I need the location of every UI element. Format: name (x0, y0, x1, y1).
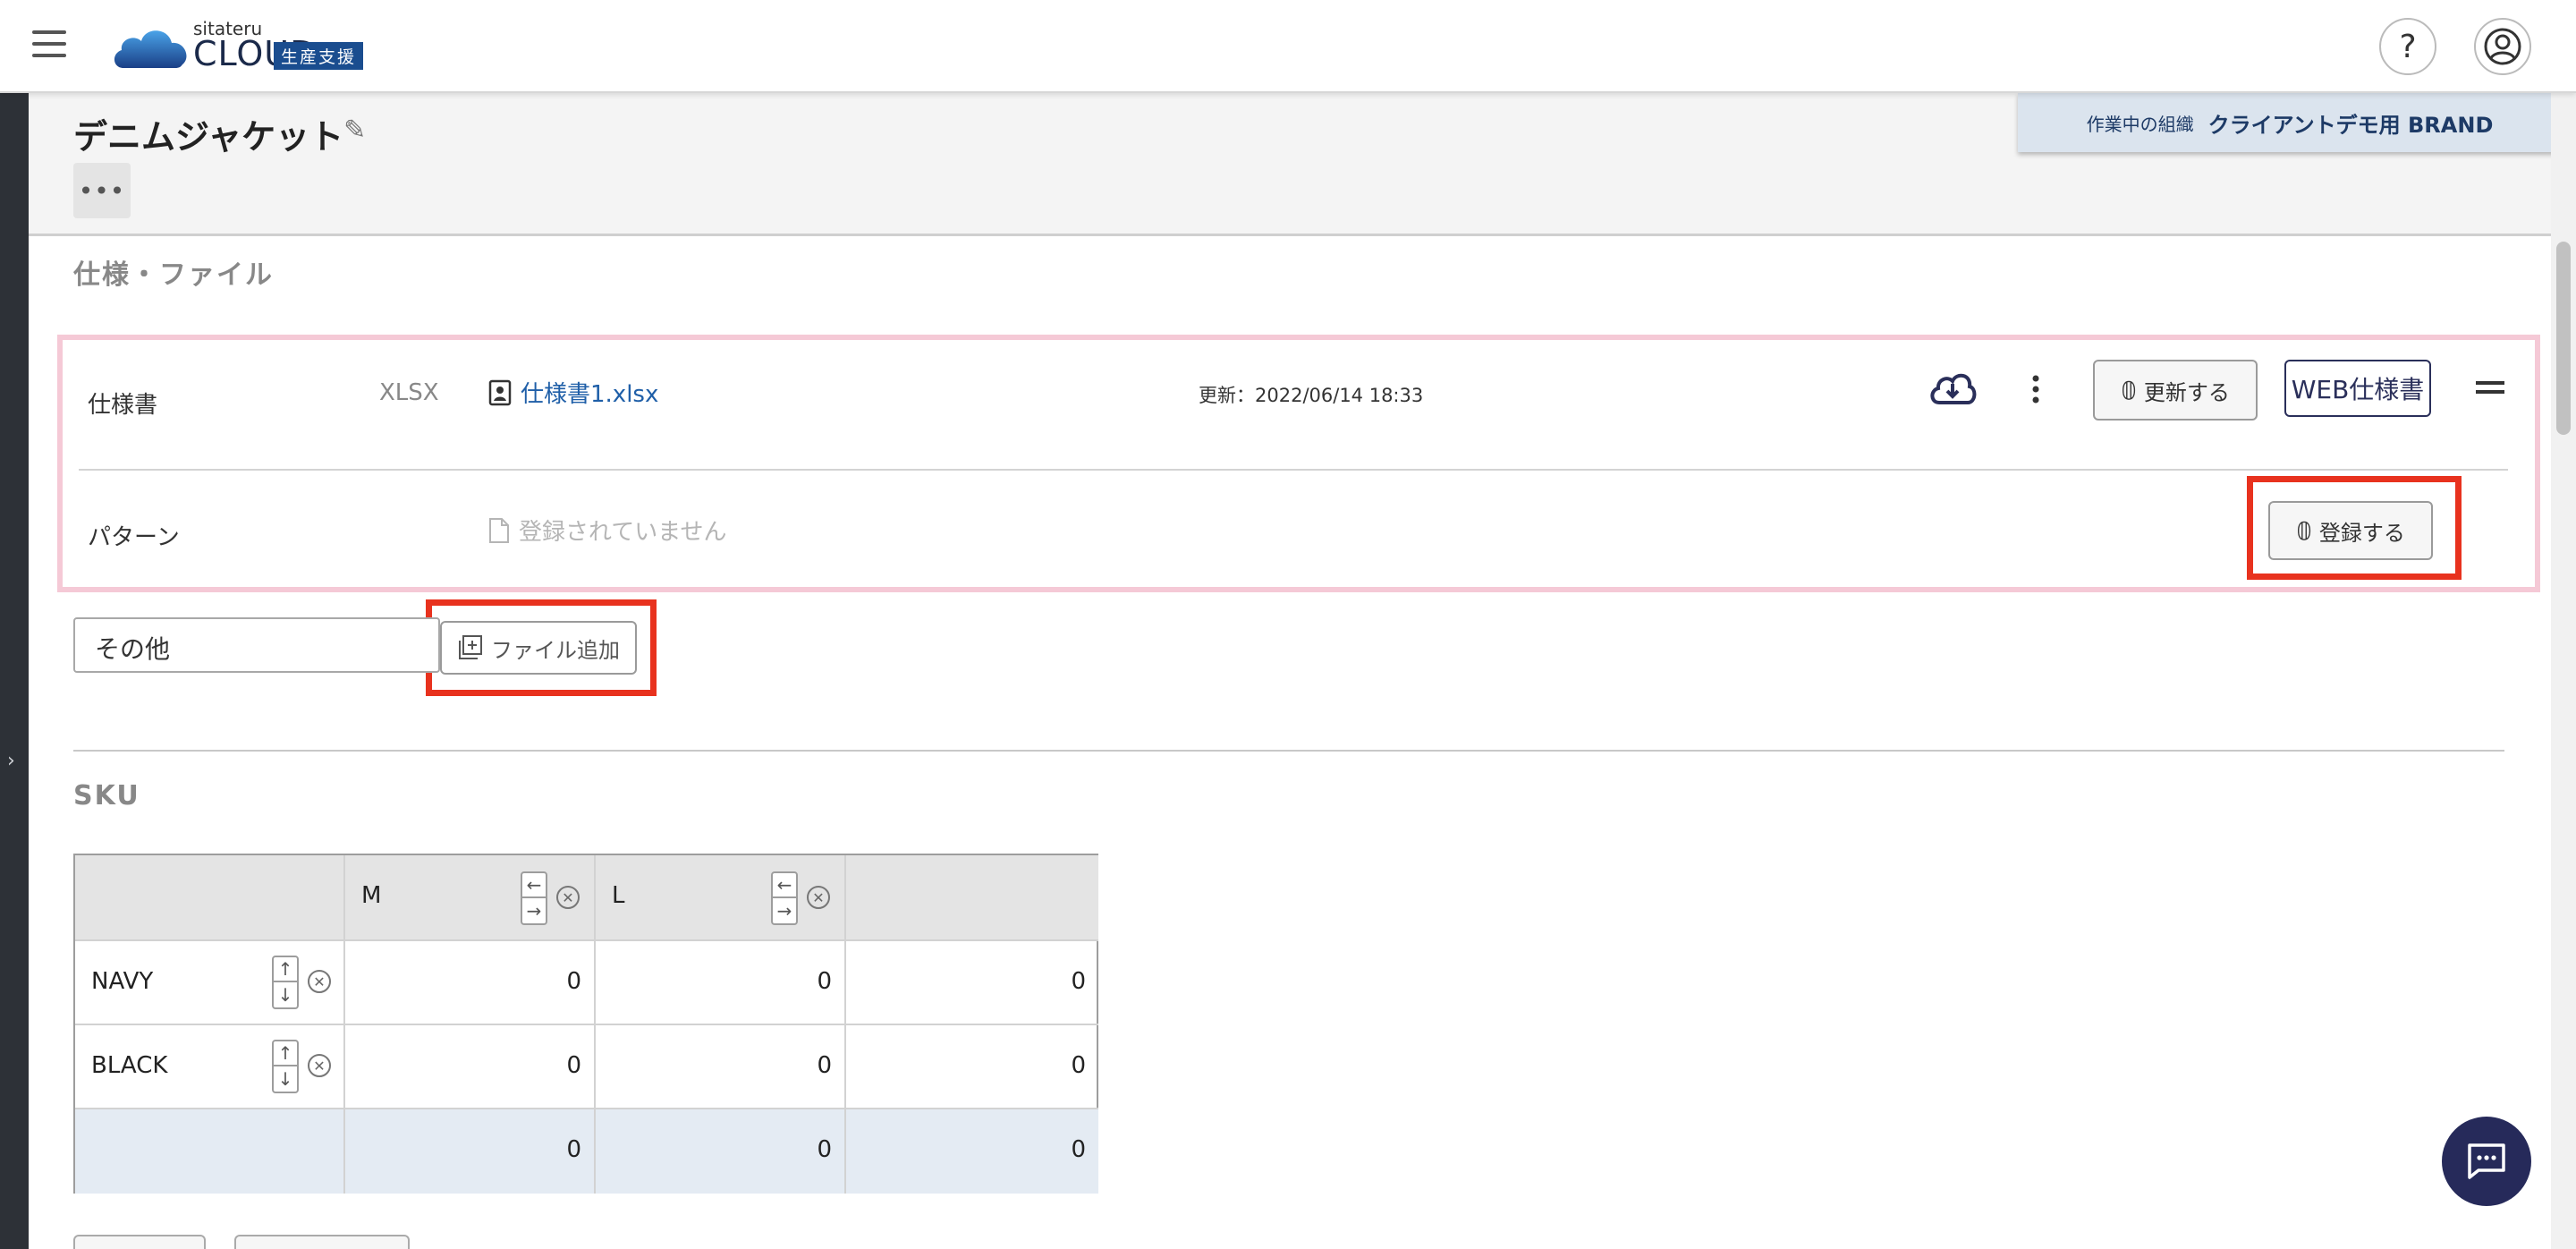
spec-file-list: 仕様書 XLSX 仕様書1.xlsx 更新：2022/06/14 18:33 𝟘… (57, 335, 2540, 592)
arrow-up-icon[interactable]: ↑ (274, 957, 297, 982)
org-label: 作業中の組織 (2086, 113, 2194, 135)
section-divider (73, 750, 2504, 752)
table-cell[interactable]: 0 (596, 1025, 846, 1109)
cell-value: 0 (566, 1052, 581, 1079)
cloud-logo-icon (114, 30, 187, 68)
chat-icon (2468, 1143, 2505, 1179)
page-title: デニムジャケット (73, 117, 344, 157)
top-header: sitateru CLOUD 生産支援 ? (0, 0, 2576, 93)
total-value: 0 (566, 1136, 581, 1163)
file-empty-icon (489, 517, 509, 543)
table-cell[interactable]: 0 (345, 941, 596, 1025)
account-icon (2484, 28, 2521, 65)
arrow-right-icon[interactable]: → (773, 898, 796, 923)
arrow-up-icon[interactable]: ↑ (274, 1041, 297, 1066)
column-header-label: L (612, 882, 625, 909)
more-actions-button[interactable]: ••• (73, 163, 131, 218)
cell-value: 0 (566, 968, 581, 995)
add-file-button[interactable]: ファイル追加 (440, 621, 637, 675)
spec-section-title: 仕様・ファイル (73, 259, 274, 291)
total-cell: 0 (345, 1109, 596, 1194)
row-move-control[interactable]: ↑ ↓ (272, 956, 299, 1009)
cell-value: 0 (1071, 968, 1086, 995)
table-row-header: BLACK ↑ ↓ ✕ (75, 1025, 345, 1109)
remove-icon[interactable]: ✕ (556, 886, 580, 909)
pattern-empty-state: 登録されていません (488, 514, 726, 547)
total-value: 0 (817, 1136, 832, 1163)
remove-icon[interactable]: ✕ (308, 1054, 331, 1077)
cell-value: 0 (1071, 1052, 1086, 1079)
sidebar-collapsed[interactable]: › (0, 93, 29, 1249)
row-label: BLACK (91, 1052, 168, 1079)
edit-icon[interactable]: ✎ (343, 115, 366, 146)
expand-sidebar-icon[interactable]: › (7, 750, 15, 772)
current-organization[interactable]: 作業中の組織 クライアントデモ用 BRAND (2018, 93, 2562, 152)
pattern-row-label: パターン (88, 524, 180, 551)
cell-value: 0 (817, 1052, 832, 1079)
page-title-area: デニムジャケット ✎ ••• 作業中の組織 クライアントデモ用 BRAND (29, 93, 2562, 236)
spec-row-label: 仕様書 (88, 392, 158, 419)
sku-table: M ← → ✕ L ← → ✕ NAVY ↑ ↓ ✕ 0 0 0 BLACK ↑… (73, 854, 1098, 1194)
totals-row-header (75, 1109, 345, 1194)
total-cell: 0 (596, 1109, 846, 1194)
column-move-control[interactable]: ← → (521, 871, 547, 925)
column-move-control[interactable]: ← → (771, 871, 798, 925)
total-value: 0 (1071, 1136, 1086, 1163)
drag-handle-icon[interactable] (2476, 381, 2504, 399)
table-cell-total: 0 (846, 941, 1098, 1025)
kebab-icon[interactable] (2030, 374, 2041, 404)
column-header-total (846, 855, 1098, 941)
table-row-header: NAVY ↑ ↓ ✕ (75, 941, 345, 1025)
updated-timestamp: 更新：2022/06/14 18:33 (1199, 385, 1424, 406)
empty-text: 登録されていません (519, 519, 727, 546)
add-file-label: ファイル追加 (491, 637, 620, 663)
row-move-control[interactable]: ↑ ↓ (272, 1040, 299, 1093)
total-cell: 0 (846, 1109, 1098, 1194)
file-type: XLSX (379, 379, 439, 406)
row-divider (79, 469, 2508, 471)
remove-icon[interactable]: ✕ (308, 970, 331, 993)
table-cell[interactable]: 0 (345, 1025, 596, 1109)
remove-icon[interactable]: ✕ (807, 886, 830, 909)
org-name: クライアントデモ用 BRAND (2207, 112, 2494, 138)
chat-button[interactable] (2442, 1117, 2531, 1206)
arrow-down-icon[interactable]: ↓ (274, 982, 297, 1007)
web-spec-button[interactable]: WEB仕様書 (2284, 360, 2431, 417)
paperclip-icon: 𝟘 (2121, 375, 2137, 405)
bottom-action-button[interactable] (234, 1235, 410, 1249)
arrow-right-icon[interactable]: → (522, 898, 546, 923)
highlight-register (2247, 476, 2462, 580)
column-header: L ← → ✕ (596, 855, 846, 941)
arrow-left-icon[interactable]: ← (773, 873, 796, 898)
spec-file-name: 仕様書1.xlsx (521, 381, 659, 408)
other-category-input[interactable]: その他 (73, 617, 440, 673)
logo-badge: 生産支援 (274, 42, 364, 70)
update-button-label: 更新する (2143, 379, 2230, 405)
file-person-icon (488, 379, 512, 405)
arrow-down-icon[interactable]: ↓ (274, 1066, 297, 1092)
cloud-download-icon[interactable] (1928, 369, 1977, 408)
menu-icon[interactable] (32, 30, 66, 57)
row-label: NAVY (91, 968, 154, 995)
table-cell[interactable]: 0 (596, 941, 846, 1025)
cell-value: 0 (817, 968, 832, 995)
sku-section-title: SKU (73, 780, 140, 811)
app-logo[interactable]: sitateru CLOUD 生産支援 (111, 18, 415, 77)
help-icon: ? (2399, 28, 2417, 65)
table-cell-total: 0 (846, 1025, 1098, 1109)
scrollbar-thumb[interactable] (2556, 242, 2571, 435)
add-file-icon (459, 635, 482, 659)
update-file-button[interactable]: 𝟘 更新する (2093, 360, 2258, 421)
column-header-label: M (361, 882, 382, 909)
arrow-left-icon[interactable]: ← (522, 873, 546, 898)
table-corner-cell (75, 855, 345, 941)
bottom-action-button[interactable] (73, 1235, 206, 1249)
column-header: M ← → ✕ (345, 855, 596, 941)
help-button[interactable]: ? (2379, 18, 2436, 75)
scrollbar[interactable] (2551, 93, 2576, 1249)
account-button[interactable] (2474, 18, 2531, 75)
spec-file-link[interactable]: 仕様書1.xlsx (488, 376, 658, 409)
